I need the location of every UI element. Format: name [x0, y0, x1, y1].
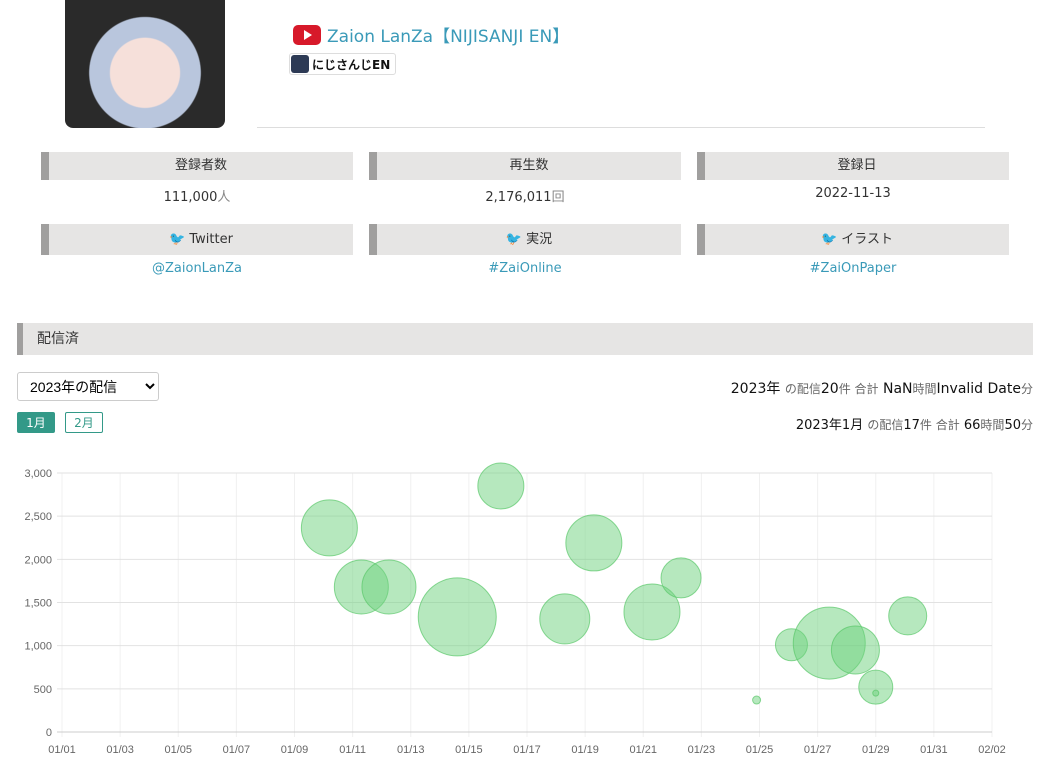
x-tick-label: 01/11 [339, 744, 366, 756]
stat-registered: 登録日 2022-11-13 [697, 152, 1009, 201]
bubble-point [660, 557, 702, 599]
bubble-point [300, 499, 358, 557]
x-tick-label: 01/27 [804, 744, 832, 756]
link-live: 🐦 実況 #ZaiOnline [369, 224, 681, 276]
group-name: にじさんじEN [312, 57, 391, 72]
x-tick-label: 01/21 [629, 744, 657, 756]
channel-avatar[interactable] [65, 0, 225, 128]
x-tick-label: 01/01 [48, 744, 76, 756]
stat-value: 111,000 [163, 190, 218, 205]
stat-unit: 回 [551, 190, 565, 205]
twitter-link[interactable]: @ZaionLanZa [152, 261, 242, 276]
bubble-point [417, 577, 497, 657]
x-tick-label: 01/15 [455, 744, 483, 756]
year-summary: 2023年 の配信20件 合計 NaN時間Invalid Date分 [730, 381, 1033, 397]
link-label: Twitter [189, 232, 233, 247]
month-summary: 2023年1月 の配信17件 合計 66時間50分 [795, 418, 1033, 433]
channel-title[interactable]: Zaion LanZa【NIJISANJI EN】 [293, 22, 569, 47]
x-tick-label: 01/17 [513, 744, 541, 756]
stat-value: 2,176,011 [485, 190, 552, 205]
bubble-point [752, 695, 762, 705]
bubble-point [361, 559, 417, 615]
x-tick-label: 01/31 [920, 744, 948, 756]
link-illust: 🐦 イラスト #ZaiOnPaper [697, 224, 1009, 276]
x-tick-label: 01/09 [281, 744, 309, 756]
bubble-point [830, 625, 880, 675]
bubble-chart: 01/01 01/03 01/05 01/07 01/09 01/11 01/13 01/15… [24, 462, 1006, 756]
youtube-icon [293, 24, 321, 45]
twitter-icon: 🐦 [820, 232, 838, 247]
x-tick-label: 01/07 [223, 744, 251, 756]
link-twitter: 🐦 Twitter @ZaionLanZa [41, 224, 353, 276]
y-tick-label: 1,500 [24, 598, 52, 610]
x-tick-label: 01/05 [164, 744, 192, 756]
x-tick-label: 01/25 [746, 744, 774, 756]
bubble-point [539, 593, 591, 645]
illust-hashtag-link[interactable]: #ZaiOnPaper [810, 261, 897, 276]
stat-views: 再生数 2,176,011回 [369, 152, 681, 205]
stat-label: 登録者数 [41, 152, 353, 180]
y-tick-label: 500 [34, 684, 52, 696]
link-label: 実況 [526, 232, 553, 247]
month-tab-jan[interactable]: 1月 [17, 412, 55, 433]
bubble-point [565, 514, 623, 572]
bubble-point [858, 669, 894, 705]
y-tick-label: 2,500 [24, 511, 52, 523]
divider [257, 127, 985, 128]
y-tick-label: 1,000 [24, 641, 52, 653]
stat-value: 2022-11-13 [815, 186, 891, 201]
twitter-icon: 🐦 [169, 232, 186, 247]
group-badge[interactable]: にじさんじEN [289, 53, 397, 75]
x-tick-label: 01/19 [571, 744, 599, 756]
page: Zaion LanZa【NIJISANJI EN】 にじさんじEN 登録者数 11… [0, 0, 1056, 766]
year-select[interactable]: 2023年の配信 [17, 372, 159, 401]
y-tick-label: 2,000 [24, 554, 52, 566]
stat-unit: 人 [217, 190, 231, 205]
bubble-point [477, 462, 525, 510]
stat-label: 再生数 [369, 152, 681, 180]
y-tick-label: 3,000 [24, 468, 52, 480]
stat-label: 登録日 [697, 152, 1009, 180]
bubble-point [872, 689, 880, 697]
x-tick-label: 01/13 [397, 744, 425, 756]
x-tick-label: 01/03 [106, 744, 134, 756]
y-tick-label: 0 [46, 727, 52, 739]
channel-name[interactable]: Zaion LanZa【NIJISANJI EN】 [327, 22, 569, 47]
x-tick-label: 01/29 [862, 744, 890, 756]
bubble-point [888, 596, 928, 636]
x-tick-label: 02/02 [978, 744, 1006, 756]
twitter-icon: 🐦 [505, 232, 523, 247]
live-hashtag-link[interactable]: #ZaiOnline [488, 261, 561, 276]
stat-subscribers: 登録者数 111,000人 [41, 152, 353, 205]
section-header: 配信済 [17, 323, 1033, 355]
month-tab-feb[interactable]: 2月 [65, 412, 103, 433]
nijisanji-logo-icon [291, 55, 309, 73]
link-label: イラスト [841, 232, 894, 247]
x-tick-label: 01/23 [688, 744, 716, 756]
